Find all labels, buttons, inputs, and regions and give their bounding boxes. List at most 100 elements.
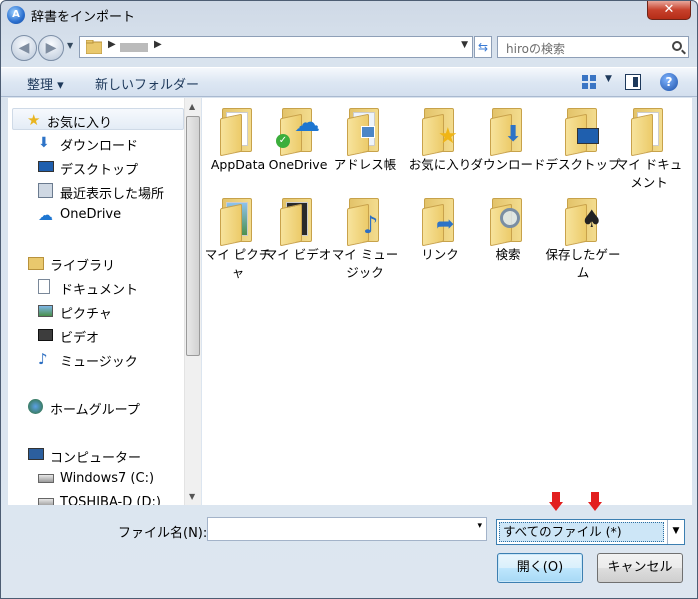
music-folder-icon: ♪ — [347, 198, 383, 247]
chevron-right-icon[interactable]: ▶ — [108, 39, 116, 50]
file-item-onedrive[interactable]: ☁ ✓ OneDrive — [265, 100, 331, 190]
back-button[interactable]: ◀ — [11, 35, 37, 61]
scroll-up-icon[interactable]: ▲ — [189, 102, 195, 111]
library-icon — [28, 257, 44, 270]
close-button[interactable]: ✕ — [647, 1, 691, 20]
filename-input[interactable]: ▾ — [207, 517, 487, 541]
file-item-label: マイ ミュージック — [331, 247, 399, 280]
open-button[interactable]: 開く(O) — [497, 553, 583, 583]
file-item-desktop[interactable]: デスクトップ — [545, 100, 621, 190]
desktop-icon — [38, 161, 54, 172]
links-folder-icon: ➦ — [422, 198, 458, 247]
new-folder-button[interactable]: 新しいフォルダー — [95, 74, 199, 93]
file-list: AppData ☁ ✓ OneDrive アドレス帳 ★ お気に入り ⬇ ダウン… — [202, 98, 692, 505]
file-type-select[interactable]: すべてのファイル (*) ▼ — [496, 519, 685, 545]
nav-item-label: TOSHIBA-D (D:) — [60, 495, 161, 505]
file-item-links[interactable]: ➦ リンク — [407, 190, 473, 280]
videos-folder-icon — [280, 198, 316, 247]
nav-item-label: ホームグループ — [50, 403, 140, 418]
homegroup-icon — [28, 399, 43, 414]
chevron-right-icon[interactable]: ▶ — [154, 39, 162, 50]
pictures-icon — [38, 305, 53, 317]
download-icon: ⬇ — [38, 135, 50, 151]
file-item-pictures[interactable]: マイ ピクチャ — [205, 190, 271, 280]
file-item-downloads[interactable]: ⬇ ダウンロード — [470, 100, 546, 190]
nav-item-label: ピクチャ — [60, 307, 112, 322]
red-down-arrow-icon — [549, 492, 563, 512]
refresh-button[interactable]: ⇆ — [474, 36, 492, 58]
view-options-dropdown[interactable]: ▼ — [605, 74, 612, 84]
recent-pages-dropdown[interactable]: ▼ — [67, 41, 73, 50]
nav-item-label: 最近表示した場所 — [60, 187, 165, 202]
file-item-appdata[interactable]: AppData — [205, 100, 271, 190]
documents-folder-icon — [631, 108, 667, 157]
nav-item-favorites[interactable]: ★ お気に入り — [12, 108, 184, 131]
folder-icon — [86, 40, 102, 54]
file-item-favorites[interactable]: ★ お気に入り — [407, 100, 473, 190]
nav-item-label: お気に入り — [47, 116, 113, 131]
onedrive-icon: ☁ — [38, 206, 53, 224]
scroll-down-icon[interactable]: ▼ — [189, 492, 195, 501]
pictures-folder-icon — [220, 198, 256, 247]
file-item-label: お気に入り — [408, 157, 472, 172]
chevron-down-icon[interactable]: ▼ — [667, 520, 684, 544]
computer-icon — [28, 448, 44, 460]
navigation-pane: ★ お気に入り ⬇ ダウンロード デスクトップ 最近表示した場所 ☁ OneDr… — [8, 98, 200, 505]
app-icon: A — [7, 6, 25, 24]
file-item-label: 保存したゲーム — [545, 247, 621, 280]
preview-pane-icon[interactable] — [625, 74, 641, 90]
file-item-saved-games[interactable]: ♠ 保存したゲーム — [545, 190, 621, 280]
organize-button[interactable]: 整理 ▾ — [27, 74, 64, 93]
nav-item-label: Windows7 (C:) — [60, 471, 155, 486]
nav-item-label: ミュージック — [60, 355, 138, 370]
file-item-label: マイ ドキュメント — [615, 157, 683, 190]
searches-folder-icon — [490, 198, 526, 247]
recent-places-icon — [38, 183, 53, 198]
forward-button[interactable]: ▶ — [38, 35, 64, 61]
nav-item-label: デスクトップ — [60, 163, 139, 178]
search-placeholder: hiroの検索 — [506, 42, 565, 56]
file-item-label: リンク — [421, 247, 459, 262]
address-bar[interactable]: ▶ ▶ ▼ — [79, 36, 473, 58]
file-item-label: 検索 — [495, 247, 521, 262]
drive-icon — [38, 474, 54, 483]
chevron-down-icon[interactable]: ▾ — [477, 521, 482, 531]
documents-icon — [38, 279, 50, 294]
search-input[interactable]: hiroの検索 — [497, 36, 689, 58]
file-item-searches[interactable]: 検索 — [475, 190, 541, 280]
file-item-videos[interactable]: マイ ビデオ — [265, 190, 331, 280]
blurred-path-segment[interactable] — [120, 43, 148, 52]
nav-item-label: OneDrive — [60, 207, 122, 222]
change-view-icon[interactable] — [582, 75, 596, 89]
nav-item-label: ライブラリ — [50, 259, 116, 274]
saved-games-folder-icon: ♠ — [565, 198, 603, 247]
search-icon — [672, 41, 682, 51]
music-icon: ♪ — [38, 350, 48, 368]
chevron-down-icon[interactable]: ▼ — [461, 40, 468, 50]
nav-item-label: コンピューター — [50, 451, 142, 466]
import-dictionary-dialog: A 辞書をインポート ✕ ◀ ▶ ▼ ▶ ▶ ▼ ⇆ hiroの検索 整理 ▾ … — [0, 0, 698, 599]
contacts-folder-icon — [347, 108, 383, 157]
drive-icon — [38, 498, 54, 505]
help-button[interactable]: ? — [660, 73, 678, 91]
red-down-arrow-icon — [588, 492, 602, 512]
filename-label: ファイル名(N): — [118, 526, 208, 541]
video-icon — [38, 329, 53, 341]
file-item-documents[interactable]: マイ ドキュメント — [616, 100, 682, 190]
command-bar: 整理 ▾ 新しいフォルダー ▼ ? — [1, 67, 697, 97]
desktop-folder-icon — [565, 108, 601, 157]
nav-item-label: ドキュメント — [60, 283, 139, 298]
title-bar: A 辞書をインポート ✕ — [1, 1, 697, 29]
file-item-contacts[interactable]: アドレス帳 — [332, 100, 398, 190]
star-icon: ★ — [27, 111, 41, 129]
favorites-folder-icon: ★ — [422, 108, 458, 157]
nav-item-label: ダウンロード — [60, 139, 139, 154]
window-title: 辞書をインポート — [31, 10, 136, 25]
scrollbar-thumb[interactable] — [186, 116, 200, 356]
file-type-value: すべてのファイル (*) — [499, 522, 664, 542]
file-item-music[interactable]: ♪ マイ ミュージック — [332, 190, 398, 280]
file-item-label: ダウンロード — [470, 157, 546, 172]
cancel-button[interactable]: キャンセル — [597, 553, 683, 583]
folder-icon — [220, 108, 256, 157]
downloads-folder-icon: ⬇ — [490, 108, 526, 157]
